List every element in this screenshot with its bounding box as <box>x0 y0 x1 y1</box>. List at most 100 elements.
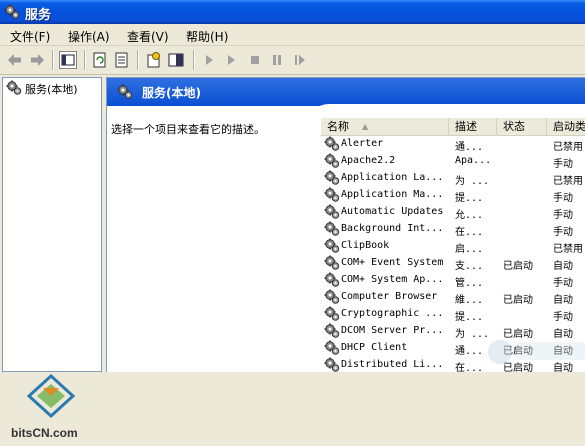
export-list-button[interactable] <box>113 51 131 69</box>
refresh-icon <box>93 52 106 68</box>
service-startup-type: 手动 <box>553 193 573 204</box>
menu-action[interactable]: 操作(A) <box>68 28 110 45</box>
toolbar-separator <box>137 50 139 70</box>
logo-mark-icon <box>26 374 76 419</box>
service-gear-icon <box>324 340 340 356</box>
service-name: DCOM Server Pr... <box>341 325 444 336</box>
service-name: Apache2.2 <box>341 155 396 166</box>
column-description[interactable]: 描述 <box>449 118 497 135</box>
refresh-button[interactable] <box>91 51 109 69</box>
menu-help[interactable]: 帮助(H) <box>186 28 228 45</box>
service-name: Computer Browser <box>341 291 438 302</box>
service-gear-icon <box>324 204 340 219</box>
toolbar <box>0 46 585 75</box>
service-gear-icon <box>324 306 340 322</box>
show-hide-tree-icon <box>61 54 75 66</box>
column-header: 名称 ▲ 描述 状态 启动类 <box>321 118 585 136</box>
console-tree: 服务(本地) bitsCN.com <box>2 77 102 440</box>
service-startup-type: 手动 <box>553 312 573 323</box>
service-startup-type: 自动 <box>553 261 573 272</box>
table-row[interactable]: Alerter 通... 已禁用 <box>321 136 585 153</box>
title-bar: 服务 <box>0 0 585 24</box>
service-name: COM+ Event System <box>341 257 444 268</box>
start-service-alt-icon <box>228 55 235 65</box>
service-name: Alerter <box>341 138 384 149</box>
properties-button[interactable] <box>145 51 163 69</box>
service-name: COM+ System Ap... <box>341 274 444 285</box>
toolbar-separator <box>193 50 195 70</box>
start-service-alt-button[interactable] <box>222 51 240 69</box>
service-gear-icon <box>324 170 340 185</box>
table-row[interactable]: Automatic Updates 允... 手动 <box>321 204 585 221</box>
table-row[interactable]: ClipBook 启... 已禁用 <box>321 238 585 255</box>
table-row[interactable]: Application La... 为 ... 已禁用 <box>321 170 585 187</box>
back-button[interactable] <box>6 51 24 69</box>
services-gear-icon <box>117 84 133 99</box>
column-status[interactable]: 状态 <box>497 118 547 135</box>
export-list-icon <box>115 52 128 68</box>
details-pane: 服务(本地) 选择一个项目来查看它的描述。 名称 ▲ 描述 状态 启动类 Ale… <box>106 77 585 372</box>
properties-icon <box>147 52 160 68</box>
table-row[interactable]: Application Ma... 提... 手动 <box>321 187 585 204</box>
service-name: Automatic Updates <box>341 206 444 217</box>
details-header: 服务(本地) <box>107 78 585 106</box>
restart-service-icon <box>295 55 305 65</box>
service-name: DHCP Client <box>341 342 408 353</box>
start-service-icon <box>206 55 213 65</box>
back-arrow-icon <box>8 54 21 66</box>
service-description: 提... <box>455 312 484 323</box>
column-startup-type[interactable]: 启动类 <box>547 118 585 135</box>
watermark-logo-icon <box>488 340 585 364</box>
service-startup-type: 已禁用 <box>553 244 583 255</box>
service-gear-icon <box>324 272 340 288</box>
table-row[interactable]: COM+ Event System 支... 已启动 自动 <box>321 255 585 272</box>
table-row[interactable]: COM+ System Ap... 管... 手动 <box>321 272 585 289</box>
service-gear-icon <box>324 255 340 271</box>
service-description: 提... <box>455 193 484 204</box>
service-startup-type: 手动 <box>553 278 573 289</box>
table-row[interactable]: Cryptographic ... 提... 手动 <box>321 306 585 323</box>
help-panel-icon <box>168 53 184 67</box>
service-description: 允... <box>455 210 484 221</box>
service-description: 管... <box>455 278 484 289</box>
stop-service-button[interactable] <box>246 51 264 69</box>
service-name: Application Ma... <box>341 189 444 200</box>
services-gear-icon <box>6 80 22 95</box>
service-description: Apa... <box>455 155 492 166</box>
help-panel-button[interactable] <box>167 51 185 69</box>
service-gear-icon <box>324 357 340 372</box>
show-hide-tree-button[interactable] <box>59 51 77 69</box>
service-startup-type: 已禁用 <box>553 142 583 153</box>
menu-bar: 文件(F) 操作(A) 查看(V) 帮助(H) <box>0 24 585 46</box>
service-description: 維... <box>455 295 484 306</box>
service-name: ClipBook <box>341 240 390 251</box>
service-name: Application La... <box>341 172 444 183</box>
forward-button[interactable] <box>28 51 46 69</box>
restart-service-button[interactable] <box>291 51 309 69</box>
pause-service-button[interactable] <box>268 51 286 69</box>
table-row[interactable]: Computer Browser 維... 已启动 自动 <box>321 289 585 306</box>
service-startup-type: 手动 <box>553 159 573 170</box>
service-startup-type: 自动 <box>553 295 573 306</box>
service-gear-icon <box>324 136 340 151</box>
service-description: 为 ... <box>455 176 490 187</box>
window-title: 服务 <box>25 8 52 23</box>
service-gear-icon <box>324 153 340 168</box>
service-description: 启... <box>455 244 484 255</box>
sort-ascending-icon: ▲ <box>362 122 369 131</box>
column-name[interactable]: 名称 <box>321 118 449 135</box>
start-service-button[interactable] <box>200 51 218 69</box>
pause-service-icon <box>273 55 281 65</box>
service-gear-icon <box>324 221 340 236</box>
menu-file[interactable]: 文件(F) <box>10 28 50 45</box>
service-gear-icon <box>324 187 340 202</box>
toolbar-separator <box>84 50 86 70</box>
forward-arrow-icon <box>31 54 44 66</box>
table-row[interactable]: Background Int... 在... 手动 <box>321 221 585 238</box>
stop-service-icon <box>251 56 259 64</box>
table-row[interactable]: Apache2.2 Apa... 手动 <box>321 153 585 170</box>
tree-item-label: 服务(本地) <box>25 83 78 96</box>
service-description: 支... <box>455 261 484 272</box>
menu-view[interactable]: 查看(V) <box>127 28 169 45</box>
details-header-title: 服务(本地) <box>142 86 201 100</box>
